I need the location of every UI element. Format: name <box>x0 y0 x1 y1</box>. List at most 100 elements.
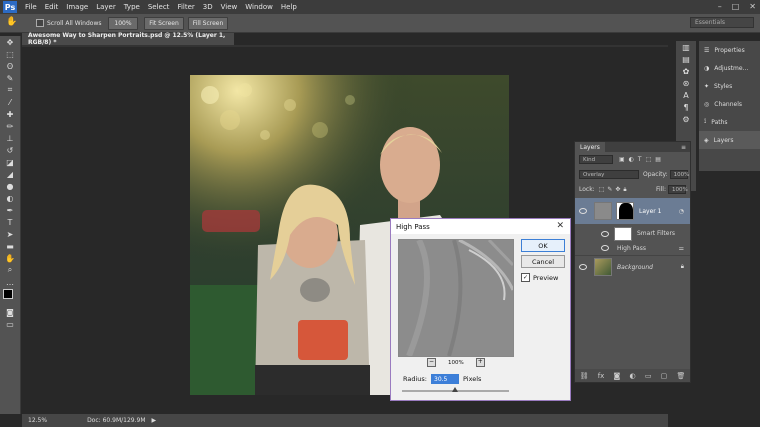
foreground-color-swatch[interactable] <box>3 289 13 299</box>
document-size[interactable]: Doc: 60.9M/129.9M <box>87 417 145 424</box>
filter-type-icons[interactable]: ▣◐T⬚▤ <box>619 156 665 163</box>
history-brush-tool-icon[interactable]: ↺ <box>0 144 20 156</box>
hand-tool-icon-sidebar[interactable]: ✋ <box>0 252 20 264</box>
blur-tool-icon[interactable]: ● <box>0 180 20 192</box>
kind-filter-select[interactable]: Kind <box>579 155 613 164</box>
maximize-icon[interactable]: □ <box>732 2 740 11</box>
menu-view[interactable]: View <box>221 3 238 11</box>
smart-filters-row[interactable]: Smart Filters <box>575 225 690 242</box>
menu-image[interactable]: Image <box>66 3 88 11</box>
filter-options-icon[interactable]: ⚌ <box>679 245 684 252</box>
clone-stamp-tool-icon[interactable]: ⊥ <box>0 132 20 144</box>
dock-channels[interactable]: ◎ Channels <box>699 95 760 113</box>
brush-presets-icon[interactable]: ✿ <box>676 65 696 77</box>
fit-screen-button[interactable]: Fit Screen <box>144 17 184 30</box>
menu-window[interactable]: Window <box>245 3 273 11</box>
ok-button[interactable]: OK <box>521 239 565 252</box>
eyedropper-tool-icon[interactable]: ⁄ <box>0 96 20 108</box>
smart-filter-mask-thumbnail[interactable] <box>614 226 632 241</box>
close-icon[interactable]: ✕ <box>749 2 756 11</box>
menu-select[interactable]: Select <box>148 3 170 11</box>
dock-paths[interactable]: ⟟ Paths <box>699 113 760 131</box>
minimize-icon[interactable]: – <box>718 2 722 11</box>
delete-layer-icon[interactable]: 🗑︎ <box>676 372 685 380</box>
quick-mask-icon[interactable]: ◙ <box>0 306 20 318</box>
lock-icons[interactable]: ⬚✎✥🔒︎ <box>599 186 630 194</box>
type-tool-icon[interactable]: T <box>0 216 20 228</box>
menu-filter[interactable]: Filter <box>177 3 194 11</box>
eraser-tool-icon[interactable]: ◪ <box>0 156 20 168</box>
menu-edit[interactable]: Edit <box>45 3 59 11</box>
menu-help[interactable]: Help <box>281 3 297 11</box>
tab-layers[interactable]: Layers <box>575 142 605 152</box>
menu-file[interactable]: File <box>25 3 37 11</box>
preview-option[interactable]: ✓ Preview <box>521 273 558 282</box>
opacity-input[interactable]: 100% <box>669 170 689 179</box>
dialog-titlebar[interactable]: High Pass ✕ <box>391 219 570 234</box>
filter-preview[interactable] <box>398 239 514 357</box>
panel-menu-icon[interactable]: ≡ <box>681 144 686 151</box>
clone-source-icon[interactable]: ⊛ <box>676 77 696 89</box>
history-icon[interactable]: ▥ <box>676 41 696 53</box>
preview-checkbox[interactable]: ✓ <box>521 273 530 282</box>
dock-styles[interactable]: ✦ Styles <box>699 77 760 95</box>
pen-tool-icon[interactable]: ✒ <box>0 204 20 216</box>
layer1-mask-thumbnail[interactable] <box>616 202 634 220</box>
add-mask-icon[interactable]: ◙ <box>614 372 621 380</box>
fill-screen-button[interactable]: Fill Screen <box>188 17 228 30</box>
fill-input[interactable]: 100% <box>668 185 688 194</box>
path-select-tool-icon[interactable]: ➤ <box>0 228 20 240</box>
dialog-close-icon[interactable]: ✕ <box>556 221 564 231</box>
dock-layers[interactable]: ◈ Layers <box>699 131 760 149</box>
zoom-out-button[interactable]: − <box>427 358 436 367</box>
background-eye-icon[interactable] <box>579 264 587 270</box>
marquee-tool-icon[interactable]: ⬚ <box>0 48 20 60</box>
workspace-switcher[interactable]: Essentials <box>690 17 754 28</box>
new-adjustment-icon[interactable]: ◐ <box>630 372 636 380</box>
actions-icon[interactable]: ▤ <box>676 53 696 65</box>
paint-bucket-tool-icon[interactable]: ◢ <box>0 168 20 180</box>
radius-input[interactable]: 30.5 <box>431 374 459 384</box>
dock-properties[interactable]: ☰ Properties <box>699 41 760 59</box>
layer-row-layer1[interactable]: Layer 1 ◔ <box>575 198 690 224</box>
status-arrow-icon[interactable]: ▶ <box>152 417 157 424</box>
zoom-in-button[interactable]: + <box>475 358 485 367</box>
blend-mode-select[interactable]: Overlay <box>579 170 639 179</box>
shape-tool-icon[interactable]: ▬ <box>0 240 20 252</box>
crop-tool-icon[interactable]: ⌗ <box>0 84 20 96</box>
brush-tool-icon[interactable]: ✏ <box>0 120 20 132</box>
move-tool-icon[interactable]: ✥ <box>0 36 20 48</box>
link-layers-icon[interactable]: ⛓ <box>580 372 589 380</box>
new-group-icon[interactable]: ▭ <box>645 372 652 380</box>
radius-slider-thumb[interactable] <box>452 387 458 392</box>
screen-mode-icon[interactable]: ▭ <box>0 318 20 330</box>
menu-type[interactable]: Type <box>124 3 140 11</box>
layer-row-background[interactable]: Background 🔒︎ <box>575 255 690 278</box>
layer-name[interactable]: Layer 1 <box>639 208 661 215</box>
cancel-button[interactable]: Cancel <box>521 255 565 268</box>
quick-select-tool-icon[interactable]: ✎ <box>0 72 20 84</box>
background-layer-name[interactable]: Background <box>617 264 653 271</box>
paragraph-icon[interactable]: ¶ <box>676 101 696 113</box>
document-tab[interactable]: Awesome Way to Sharpen Portraits.psd @ 1… <box>22 32 234 46</box>
high-pass-eye-icon[interactable] <box>601 245 609 251</box>
color-swatches[interactable] <box>0 288 20 306</box>
tool-presets-icon[interactable]: ⚙ <box>676 113 696 125</box>
high-pass-filter-row[interactable]: High Pass ⚌ <box>575 242 690 254</box>
zoom-tool-icon[interactable]: ⌕ <box>0 264 20 276</box>
scroll-all-windows-checkbox[interactable] <box>36 19 44 27</box>
zoom-100-button[interactable]: 100% <box>108 17 138 30</box>
dodge-tool-icon[interactable]: ◐ <box>0 192 20 204</box>
fx-icon[interactable]: fx <box>598 372 605 380</box>
more-tools-icon[interactable]: … <box>0 276 20 288</box>
character-icon[interactable]: A <box>676 89 696 101</box>
lasso-tool-icon[interactable]: ʘ <box>0 60 20 72</box>
dock-adjustments[interactable]: ◑ Adjustme... <box>699 59 760 77</box>
radius-slider[interactable] <box>402 387 509 392</box>
scroll-all-windows-option[interactable]: Scroll All Windows <box>36 19 101 27</box>
visibility-eye-icon[interactable] <box>579 208 587 214</box>
smart-filters-eye-icon[interactable] <box>601 230 609 237</box>
healing-brush-tool-icon[interactable]: ✚ <box>0 108 20 120</box>
menu-layer[interactable]: Layer <box>96 3 116 11</box>
new-layer-icon[interactable]: ▢ <box>661 372 668 380</box>
